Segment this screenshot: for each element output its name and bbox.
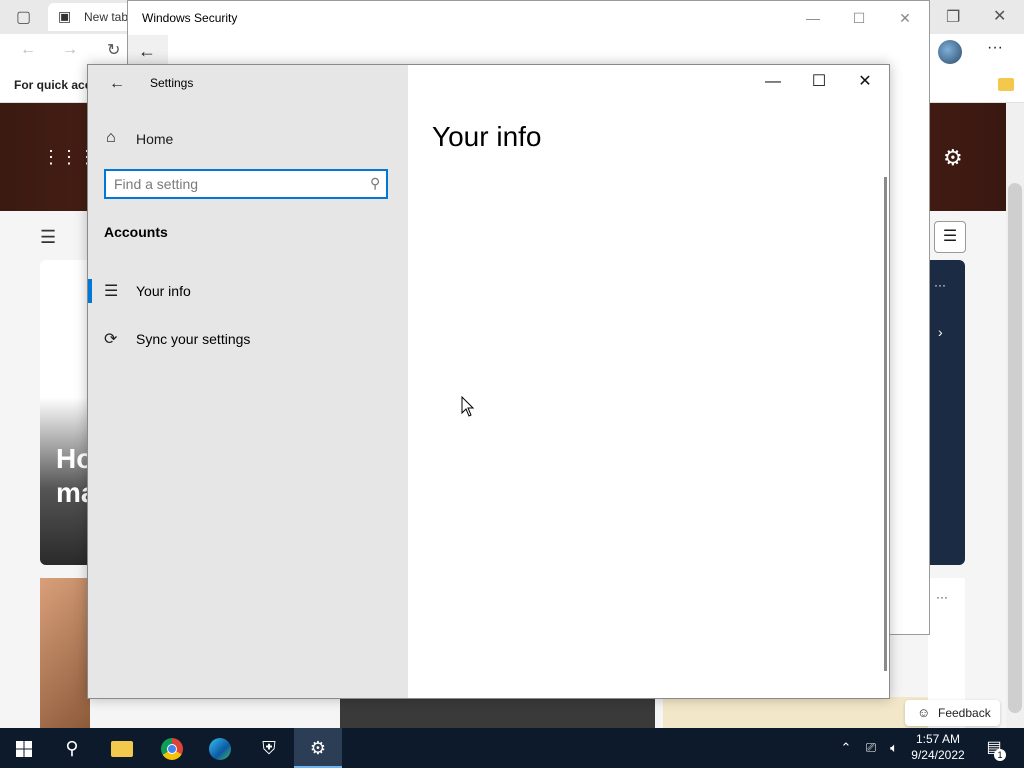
forward-icon[interactable]: → <box>62 41 78 59</box>
back-icon[interactable]: ← <box>20 41 36 59</box>
gear-icon: ⚙ <box>309 738 327 758</box>
nav-item-your-info[interactable]: ☰ Your info <box>88 273 408 309</box>
network-icon[interactable]: ⎚ <box>860 728 882 768</box>
shield-icon: ⛨ <box>262 738 276 758</box>
taskbar-windows-security[interactable]: ⛨ <box>245 728 293 768</box>
search-icon: ⚲ <box>369 175 380 191</box>
windows-logo-icon <box>16 741 32 758</box>
feedback-button[interactable]: ☺ Feedback <box>905 700 1000 726</box>
content-scrollbar[interactable] <box>884 177 887 671</box>
scrollbar-thumb[interactable] <box>1008 183 1022 713</box>
close-icon[interactable]: ✕ <box>842 69 888 95</box>
taskbar: ⚲ ⛨ ⚙ ⌃ ⎚ 🔈︎ 1:57 AM 9/24/2022 ▤ 1 <box>0 728 1024 768</box>
home-link[interactable]: ⌂ Home <box>104 127 394 151</box>
newtab-icon: ▣ <box>58 8 72 24</box>
layout-icon[interactable]: ☰ <box>934 221 966 253</box>
browser-scrollbar[interactable] <box>1006 103 1024 728</box>
mouse-cursor <box>461 396 475 417</box>
chrome-icon <box>161 738 183 761</box>
section-title: Accounts <box>104 224 168 240</box>
menu-icon[interactable]: ☰ <box>40 227 56 248</box>
refresh-icon[interactable]: ↻ <box>107 40 120 60</box>
settings-window: ← Settings ⌂ Home ⚲ Accounts ☰ Your info… <box>87 64 890 699</box>
minimize-icon[interactable]: — <box>798 7 828 29</box>
taskbar-chrome[interactable] <box>148 728 196 768</box>
taskbar-file-explorer[interactable] <box>98 728 146 768</box>
search-box[interactable]: ⚲ <box>104 169 388 199</box>
clock-date: 9/24/2022 <box>911 748 965 762</box>
edge-icon <box>209 738 231 761</box>
browser-tab-title: New tab <box>84 10 129 24</box>
search-icon: ⚲ <box>65 738 79 758</box>
more-icon[interactable]: ··· <box>987 39 1003 57</box>
search-input[interactable] <box>114 175 354 193</box>
nav-item-label: Sync your settings <box>136 331 251 347</box>
settings-sidebar: ← Settings ⌂ Home ⚲ Accounts ☰ Your info… <box>88 65 408 698</box>
sync-icon: ⟳ <box>104 331 118 348</box>
search-button[interactable]: ⚲ <box>48 728 96 768</box>
close-icon[interactable]: ✕ <box>890 7 920 29</box>
start-button[interactable] <box>0 728 48 768</box>
contact-card-icon: ☰ <box>104 283 119 300</box>
folder-icon[interactable] <box>998 78 1014 91</box>
minimize-icon[interactable]: — <box>750 69 796 95</box>
browser-tab[interactable]: ▣ New tab <box>48 3 138 31</box>
folder-icon <box>111 741 133 758</box>
news-card-strip[interactable] <box>340 697 655 728</box>
more-icon[interactable]: ··· <box>934 278 946 292</box>
back-button[interactable]: ← <box>104 73 130 95</box>
favorites-hint: For quick acce <box>14 78 99 92</box>
clock-time: 1:57 AM <box>915 732 961 746</box>
taskbar-settings[interactable]: ⚙ <box>294 728 342 768</box>
news-card-strip[interactable] <box>663 697 928 728</box>
chevron-right-icon[interactable]: › <box>938 324 943 340</box>
more-icon[interactable]: ··· <box>936 590 948 604</box>
close-icon[interactable]: ✕ <box>993 6 1006 26</box>
home-label: Home <box>136 131 174 147</box>
feedback-label: Feedback <box>938 706 991 720</box>
maximize-icon[interactable]: ☐ <box>796 69 842 95</box>
window-title: Windows Security <box>142 11 238 25</box>
action-center-button[interactable]: ▤ 1 <box>980 728 1008 768</box>
page-title: Your info <box>432 121 542 152</box>
restore-icon[interactable]: ❐ <box>946 7 960 27</box>
profile-avatar[interactable] <box>938 40 962 64</box>
tab-actions-icon[interactable]: ▢ <box>16 7 31 27</box>
weather-card[interactable]: ··· › <box>928 260 965 565</box>
volume-icon[interactable]: 🔈︎ <box>884 728 904 768</box>
feedback-icon: ☺ <box>917 705 931 720</box>
back-arrow-icon: ← <box>138 41 156 61</box>
maximize-icon[interactable]: ☐ <box>844 7 874 29</box>
home-icon: ⌂ <box>106 129 116 146</box>
system-clock[interactable]: 1:57 AM 9/24/2022 <box>906 731 970 763</box>
nav-item-sync-settings[interactable]: ⟳ Sync your settings <box>88 321 408 357</box>
app-title: Settings <box>150 76 194 90</box>
gear-icon[interactable]: ⚙ <box>943 145 963 171</box>
news-card-image[interactable] <box>40 578 90 728</box>
notification-count: 1 <box>994 749 1006 761</box>
chevron-up-icon[interactable]: ⌃ <box>836 728 856 768</box>
taskbar-edge[interactable] <box>196 728 244 768</box>
news-card[interactable]: Ho ma <box>40 260 96 565</box>
nav-item-label: Your info <box>136 283 191 299</box>
